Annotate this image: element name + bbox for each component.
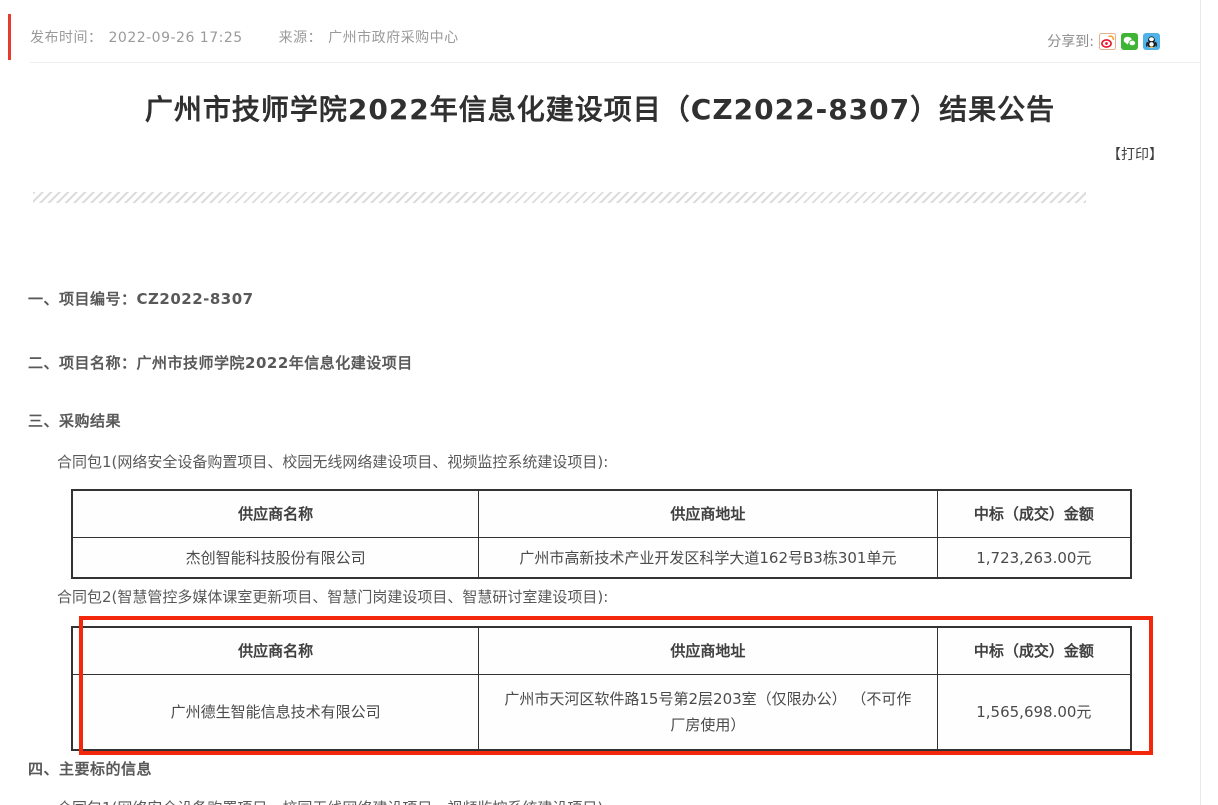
table-row: 杰创智能科技股份有限公司 广州市高新技术产业开发区科学大道162号B3栋301单… xyxy=(72,537,1131,578)
hatched-divider xyxy=(33,192,1086,203)
print-button[interactable]: 【打印】 xyxy=(1107,144,1163,164)
col-header-supplier-address: 供应商地址 xyxy=(479,490,938,537)
result-table-package2: 供应商名称 供应商地址 中标（成交）金额 广州德生智能信息技术有限公司 广州市天… xyxy=(71,626,1132,751)
header-divider xyxy=(30,62,1200,63)
table-header-row: 供应商名称 供应商地址 中标（成交）金额 xyxy=(72,627,1131,674)
table-row: 广州德生智能信息技术有限公司 广州市天河区软件路15号第2层203室（仅限办公）… xyxy=(72,674,1131,750)
share-label: 分享到: xyxy=(1047,31,1094,51)
page-title: 广州市技师学院2022年信息化建设项目（CZ2022-8307）结果公告 xyxy=(0,88,1200,128)
col-header-supplier-name: 供应商名称 xyxy=(72,627,479,674)
share-bar: 分享到: xyxy=(1047,31,1160,51)
col-header-supplier-address: 供应商地址 xyxy=(479,627,938,674)
section-project-name: 二、项目名称：广州市技师学院2022年信息化建设项目 xyxy=(28,352,413,373)
article-meta: 发布时间： 2022-09-26 17:25 来源： 广州市政府采购中心 xyxy=(30,27,465,47)
section-project-number: 一、项目编号：CZ2022-8307 xyxy=(28,288,254,309)
award-amount-cell: 1,565,698.00元 xyxy=(937,674,1131,750)
weibo-icon[interactable] xyxy=(1099,33,1116,50)
wechat-icon[interactable] xyxy=(1121,33,1138,50)
left-accent-bar xyxy=(8,14,11,60)
result-table-package1: 供应商名称 供应商地址 中标（成交）金额 杰创智能科技股份有限公司 广州市高新技… xyxy=(71,489,1132,579)
supplier-address-cell: 广州市天河区软件路15号第2层203室（仅限办公） （不可作厂房使用） xyxy=(479,674,938,750)
supplier-name-cell: 广州德生智能信息技术有限公司 xyxy=(72,674,479,750)
table-header-row: 供应商名称 供应商地址 中标（成交）金额 xyxy=(72,490,1131,537)
source-label: 来源： xyxy=(279,30,323,46)
section-procurement-result: 三、采购结果 xyxy=(28,410,121,431)
section-main-bid-info: 四、主要标的信息 xyxy=(28,758,152,779)
content-right-border xyxy=(1200,0,1201,805)
source-value: 广州市政府采购中心 xyxy=(328,30,459,46)
publish-time-value: 2022-09-26 17:25 xyxy=(109,30,243,46)
supplier-name-cell: 杰创智能科技股份有限公司 xyxy=(72,537,479,578)
truncated-package-line: 合同包1(网络安全设备购置项目、校园无线网络建设项目、视频监控系统建设项目): xyxy=(57,797,608,805)
publish-time-label: 发布时间： xyxy=(30,30,103,46)
col-header-award-amount: 中标（成交）金额 xyxy=(937,490,1131,537)
award-amount-cell: 1,723,263.00元 xyxy=(937,537,1131,578)
package2-label: 合同包2(智慧管控多媒体课室更新项目、智慧门岗建设项目、智慧研讨室建设项目): xyxy=(57,586,608,607)
col-header-supplier-name: 供应商名称 xyxy=(72,490,479,537)
supplier-address-cell: 广州市高新技术产业开发区科学大道162号B3栋301单元 xyxy=(479,537,938,578)
col-header-award-amount: 中标（成交）金额 xyxy=(937,627,1131,674)
qq-icon[interactable] xyxy=(1143,33,1160,50)
package1-label: 合同包1(网络安全设备购置项目、校园无线网络建设项目、视频监控系统建设项目): xyxy=(57,451,608,472)
